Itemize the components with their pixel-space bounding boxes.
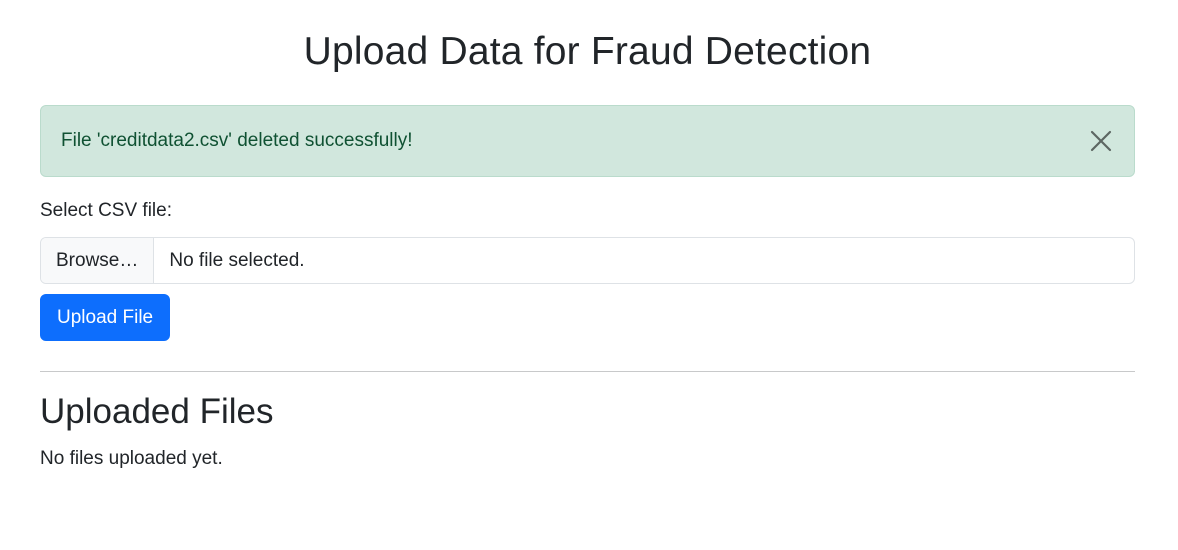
- success-alert: File 'creditdata2.csv' deleted successfu…: [40, 105, 1135, 177]
- close-icon: [1090, 130, 1112, 152]
- alert-message: File 'creditdata2.csv' deleted successfu…: [61, 130, 413, 151]
- section-divider: [40, 371, 1135, 372]
- csv-file-input[interactable]: Browse… No file selected.: [40, 237, 1135, 284]
- main-container: Upload Data for Fraud Detection File 'cr…: [40, 0, 1135, 469]
- alert-close-button[interactable]: [1084, 124, 1118, 158]
- upload-file-button[interactable]: Upload File: [40, 294, 171, 341]
- browse-button[interactable]: Browse…: [41, 238, 155, 283]
- file-status-text: No file selected.: [169, 249, 305, 271]
- page: Upload Data for Fraud Detection File 'cr…: [0, 0, 1178, 550]
- csv-file-label: Select CSV file:: [40, 200, 172, 221]
- uploaded-files-title: Uploaded Files: [40, 392, 274, 431]
- no-files-message: No files uploaded yet.: [40, 448, 223, 469]
- page-title: Upload Data for Fraud Detection: [303, 30, 872, 73]
